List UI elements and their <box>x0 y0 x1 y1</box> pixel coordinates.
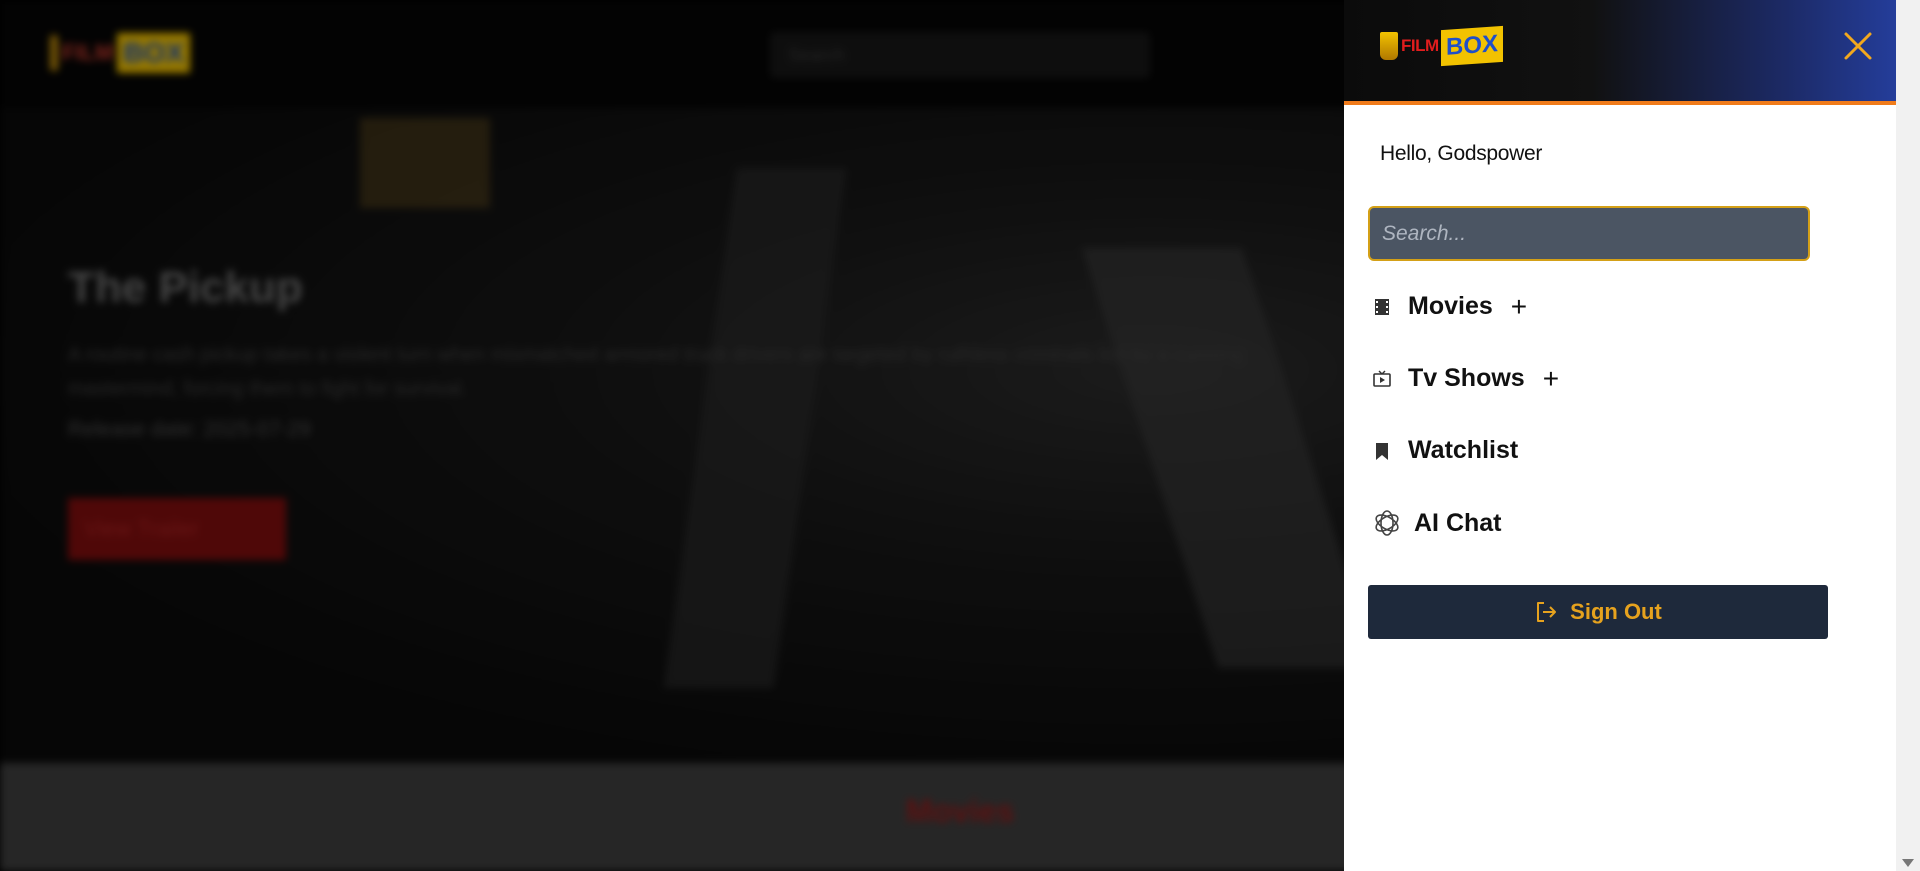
sign-out-label: Sign Out <box>1570 599 1662 624</box>
nav-item-label: Tv Shows <box>1408 364 1525 392</box>
nav-item-movies[interactable]: Movies + <box>1372 292 1527 321</box>
drawer-header: FILM BOX <box>1344 0 1896 105</box>
scroll-down-arrow-icon[interactable] <box>1902 859 1914 867</box>
popcorn-icon <box>1380 32 1398 60</box>
openai-icon <box>1375 510 1399 536</box>
user-greeting: Hello, Godspower <box>1380 142 1543 165</box>
filmbox-logo[interactable]: FILM BOX <box>1380 20 1503 72</box>
nav-item-label: AI Chat <box>1414 508 1502 537</box>
expand-icon[interactable]: + <box>1511 292 1527 321</box>
nav-item-ai-chat[interactable]: AI Chat <box>1372 508 1502 538</box>
side-drawer: FILM BOX Hello, Godspower Movies + Tv S <box>1344 0 1896 871</box>
logo-film-text: FILM <box>1401 36 1439 55</box>
nav-item-label: Movies <box>1408 292 1493 320</box>
sign-out-icon <box>1537 602 1557 622</box>
page-scrollbar[interactable] <box>1896 0 1920 871</box>
film-icon <box>1375 298 1389 315</box>
nav-item-label: Watchlist <box>1408 436 1519 464</box>
close-icon[interactable] <box>1840 28 1876 64</box>
search-input[interactable] <box>1368 206 1810 261</box>
logo-box-text: BOX <box>1440 25 1503 67</box>
expand-icon[interactable]: + <box>1543 364 1559 393</box>
sign-out-button[interactable]: Sign Out <box>1368 585 1828 639</box>
bookmark-icon <box>1376 442 1388 460</box>
tv-icon <box>1373 370 1391 387</box>
nav-item-watchlist[interactable]: Watchlist <box>1372 436 1518 465</box>
nav-item-tv-shows[interactable]: Tv Shows + <box>1372 364 1559 393</box>
